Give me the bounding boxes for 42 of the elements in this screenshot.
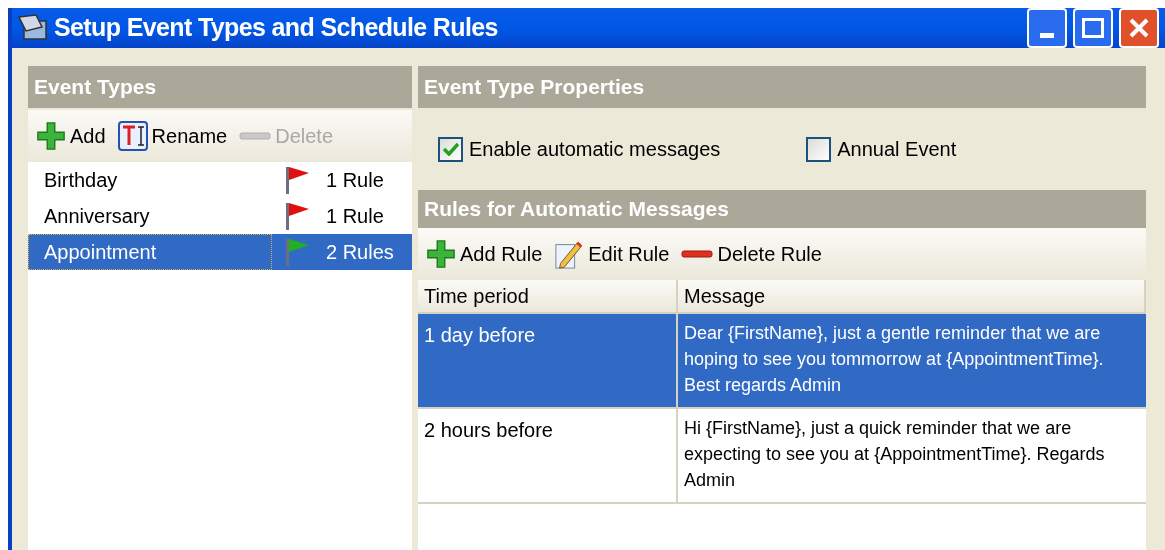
app-icon <box>16 13 50 43</box>
rule-count: 2 Rules <box>326 240 394 265</box>
minus-icon <box>239 131 272 141</box>
rule-count: 1 Rule <box>326 204 384 229</box>
list-row[interactable]: Appointment 2 Rules <box>28 234 412 270</box>
close-icon <box>1128 17 1150 39</box>
panel-header: Event Type Properties <box>418 66 1146 108</box>
panel-header: Rules for Automatic Messages <box>418 190 1146 228</box>
checkbox[interactable]: Annual Event <box>806 134 957 164</box>
panel-header: Event Types <box>28 66 412 108</box>
table-cell-text: Hi {FirstName}, just a quick reminder that we are expecting to see you at {AppointmentTime}. Regards Admin <box>683 417 1106 492</box>
maximize-icon <box>1082 18 1104 38</box>
plus-icon <box>426 239 456 269</box>
add-button[interactable]: Add <box>36 121 106 151</box>
delete-rule-button[interactable]: Delete Rule <box>681 239 822 269</box>
minimize-button[interactable] <box>1027 8 1067 48</box>
table-row[interactable]: 2 hours before Hi {FirstName}, just a quick reminder that we are expecting to see you at {AppointmentTime}. Regards Admin <box>418 409 1146 504</box>
text-cursor-icon <box>117 121 148 151</box>
table-cell: 1 day before <box>418 314 678 407</box>
event-type-name: Appointment <box>28 234 272 270</box>
event-type-name: Birthday <box>43 168 119 193</box>
rename-button[interactable]: Rename <box>117 121 228 151</box>
maximize-button[interactable] <box>1073 8 1113 48</box>
table-cell: 2 hours before <box>418 409 678 502</box>
table-cell-text: Dear {FirstName}, just a gentle reminder that we are hoping to see you tommorrow at {AppointmentTime}. Best regards Admin <box>683 322 1105 397</box>
window-title: Setup Event Types and Schedule Rules <box>54 12 498 44</box>
list-row[interactable]: Birthday 1 Rule <box>28 162 412 198</box>
pencil-icon <box>554 239 585 269</box>
list-row[interactable]: Anniversary 1 Rule <box>28 198 412 234</box>
minus-icon <box>681 249 714 259</box>
plus-icon <box>36 121 66 151</box>
event-type-name: Anniversary <box>43 204 151 229</box>
check-icon <box>442 142 459 156</box>
column-header[interactable]: Time period <box>418 280 678 312</box>
table-row[interactable]: 1 day before Dear {FirstName}, just a gentle reminder that we are hoping to see you tommorrow at {AppointmentTime}. Best regards Admin <box>418 314 1146 409</box>
edit-rule-button[interactable]: Edit Rule <box>554 239 670 269</box>
add-rule-button[interactable]: Add Rule <box>426 239 543 269</box>
rule-count: 1 Rule <box>326 168 384 193</box>
minimize-icon <box>1040 33 1054 38</box>
column-header[interactable]: Message <box>678 280 1146 312</box>
close-button[interactable] <box>1119 8 1159 48</box>
checkbox[interactable]: Enable automatic messages <box>438 134 721 164</box>
